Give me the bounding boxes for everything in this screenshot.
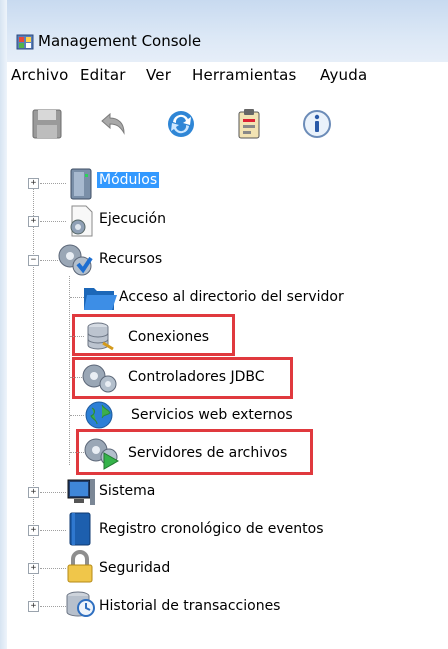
database-icon	[87, 322, 114, 351]
info-icon[interactable]	[300, 107, 334, 141]
event-log-book-icon	[69, 512, 91, 546]
execution-icon	[70, 205, 93, 237]
management-console-window: Management Console Archivo Editar Ver He…	[0, 0, 448, 649]
expand-toggle-registro[interactable]: +	[28, 525, 39, 536]
window-left-border	[0, 0, 7, 649]
menu-editar[interactable]: Editar	[80, 66, 126, 84]
tree-label-sistema[interactable]: Sistema	[99, 483, 155, 499]
tree-label-servicios[interactable]: Servicios web externos	[131, 407, 293, 423]
save-icon[interactable]	[30, 107, 64, 141]
tree-label-servidores[interactable]: Servidores de archivos	[128, 445, 287, 461]
tree-label-registro[interactable]: Registro cronológico de eventos	[99, 521, 324, 537]
window-title: Management Console	[38, 32, 202, 50]
tree-label-seguridad[interactable]: Seguridad	[99, 560, 170, 576]
menu-herramientas[interactable]: Herramientas	[192, 66, 297, 84]
folder-icon	[84, 288, 117, 310]
toolbar	[7, 88, 448, 158]
transaction-history-icon	[66, 591, 95, 617]
expand-toggle-sistema[interactable]: +	[28, 487, 39, 498]
tree-connector	[40, 183, 66, 184]
globe-icon	[85, 401, 113, 429]
refresh-icon[interactable]	[164, 107, 198, 141]
tree-connector	[40, 568, 66, 569]
system-computer-icon	[67, 479, 95, 505]
file-server-icon	[84, 438, 120, 470]
tree-connector	[70, 415, 84, 416]
menu-ayuda[interactable]: Ayuda	[320, 66, 367, 84]
collapse-toggle-recursos[interactable]: −	[28, 255, 39, 266]
tree-connector	[40, 606, 66, 607]
menu-ver[interactable]: Ver	[146, 66, 171, 84]
clipboard-icon[interactable]	[232, 107, 266, 141]
expand-toggle-historial[interactable]: +	[28, 601, 39, 612]
tree-label-historial[interactable]: Historial de transacciones	[99, 598, 280, 614]
tree-connector	[40, 492, 66, 493]
tree-connector	[33, 185, 34, 608]
tree-label-controladores[interactable]: Controladores JDBC	[128, 369, 265, 385]
lock-icon	[67, 550, 93, 583]
driver-gears-icon	[82, 364, 117, 393]
server-icon	[70, 168, 92, 200]
tree-connector	[70, 336, 84, 337]
expand-toggle-seguridad[interactable]: +	[28, 563, 39, 574]
menu-archivo[interactable]: Archivo	[11, 66, 68, 84]
tree-connector-recursos	[69, 276, 70, 465]
tree-label-acceso[interactable]: Acceso al directorio del servidor	[119, 289, 344, 305]
tree-connector	[40, 221, 66, 222]
expand-toggle-ejecucion[interactable]: +	[28, 216, 39, 227]
tree-label-modulos[interactable]: Módulos	[97, 172, 160, 188]
resources-gears-icon	[58, 244, 93, 276]
title-bar	[7, 0, 448, 62]
tree-connector	[40, 530, 66, 531]
tree-label-conexiones[interactable]: Conexiones	[128, 329, 209, 345]
tree-label-ejecucion[interactable]: Ejecución	[99, 211, 166, 227]
tree-label-recursos[interactable]: Recursos	[99, 251, 162, 267]
expand-toggle-modulos[interactable]: +	[28, 178, 39, 189]
undo-icon[interactable]	[96, 107, 130, 141]
console-icon	[16, 34, 34, 50]
